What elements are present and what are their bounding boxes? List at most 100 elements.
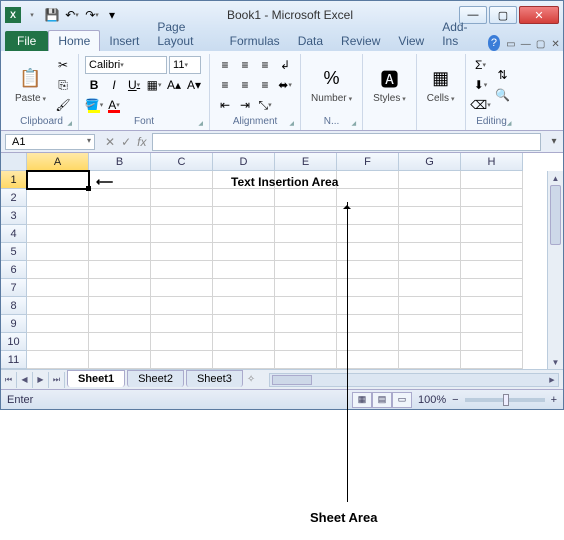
- cell-E1[interactable]: [275, 171, 337, 189]
- cell-G11[interactable]: [399, 351, 461, 369]
- col-header-C[interactable]: C: [151, 153, 213, 171]
- cell-A11[interactable]: [27, 351, 89, 369]
- close-button[interactable]: ✕: [519, 6, 559, 24]
- cell-D7[interactable]: [213, 279, 275, 297]
- cell-A4[interactable]: [27, 225, 89, 243]
- cell-D6[interactable]: [213, 261, 275, 279]
- zoom-out-icon[interactable]: −: [452, 394, 458, 406]
- font-size-combo[interactable]: 11: [169, 56, 201, 74]
- cell-H8[interactable]: [461, 297, 523, 315]
- cell-C1[interactable]: [151, 171, 213, 189]
- cell-E8[interactable]: [275, 297, 337, 315]
- sheet-nav-prev-icon[interactable]: ◀: [17, 372, 33, 388]
- cell-G9[interactable]: [399, 315, 461, 333]
- align-bottom-icon[interactable]: ≡: [256, 56, 274, 74]
- row-header-5[interactable]: 5: [1, 243, 27, 261]
- cell-D5[interactable]: [213, 243, 275, 261]
- cell-A7[interactable]: [27, 279, 89, 297]
- font-name-combo[interactable]: Calibri: [85, 56, 167, 74]
- new-sheet-icon[interactable]: ✧: [247, 374, 265, 385]
- row-header-3[interactable]: 3: [1, 207, 27, 225]
- cell-G10[interactable]: [399, 333, 461, 351]
- decrease-indent-icon[interactable]: ⇤: [216, 96, 234, 114]
- cell-C8[interactable]: [151, 297, 213, 315]
- sheet-tab-3[interactable]: Sheet3: [186, 370, 243, 387]
- cell-C10[interactable]: [151, 333, 213, 351]
- doc-restore-icon[interactable]: ▢: [534, 37, 547, 51]
- cell-D8[interactable]: [213, 297, 275, 315]
- cell-C9[interactable]: [151, 315, 213, 333]
- tab-addins[interactable]: Add-Ins: [433, 17, 484, 51]
- cell-E6[interactable]: [275, 261, 337, 279]
- cell-D4[interactable]: [213, 225, 275, 243]
- row-header-2[interactable]: 2: [1, 189, 27, 207]
- normal-view-icon[interactable]: ▦: [352, 392, 372, 408]
- cell-C5[interactable]: [151, 243, 213, 261]
- cell-H11[interactable]: [461, 351, 523, 369]
- scroll-right-icon[interactable]: ▶: [546, 374, 558, 386]
- zoom-slider[interactable]: [465, 398, 545, 402]
- row-header-8[interactable]: 8: [1, 297, 27, 315]
- cell-A2[interactable]: [27, 189, 89, 207]
- cut-icon[interactable]: ✂: [54, 56, 72, 74]
- fill-color-button[interactable]: 🪣: [85, 96, 103, 114]
- zoom-level[interactable]: 100%: [418, 394, 446, 406]
- row-header-7[interactable]: 7: [1, 279, 27, 297]
- cell-D9[interactable]: [213, 315, 275, 333]
- sheet-nav-next-icon[interactable]: ▶: [33, 372, 49, 388]
- format-painter-icon[interactable]: 🖌: [54, 96, 72, 114]
- font-color-button[interactable]: A: [105, 96, 123, 114]
- cell-A3[interactable]: [27, 207, 89, 225]
- cell-A10[interactable]: [27, 333, 89, 351]
- cell-H10[interactable]: [461, 333, 523, 351]
- expand-formula-bar-icon[interactable]: ▾: [546, 135, 562, 149]
- cell-F1[interactable]: [337, 171, 399, 189]
- cell-A8[interactable]: [27, 297, 89, 315]
- cancel-icon[interactable]: ✕: [105, 135, 115, 149]
- autosum-button[interactable]: Σ: [472, 56, 490, 74]
- cell-E11[interactable]: [275, 351, 337, 369]
- cell-G5[interactable]: [399, 243, 461, 261]
- cell-H7[interactable]: [461, 279, 523, 297]
- cell-B6[interactable]: [89, 261, 151, 279]
- col-header-G[interactable]: G: [399, 153, 461, 171]
- redo-icon[interactable]: ↷: [83, 6, 101, 24]
- align-middle-icon[interactable]: ≡: [236, 56, 254, 74]
- italic-button[interactable]: I: [105, 76, 123, 94]
- tab-insert[interactable]: Insert: [100, 31, 148, 51]
- cell-C2[interactable]: [151, 189, 213, 207]
- cell-E3[interactable]: [275, 207, 337, 225]
- merge-center-icon[interactable]: ⬌: [276, 76, 294, 94]
- cell-B4[interactable]: [89, 225, 151, 243]
- select-all-corner[interactable]: [1, 153, 27, 171]
- vertical-scrollbar[interactable]: ▲ ▼: [547, 171, 563, 369]
- row-header-4[interactable]: 4: [1, 225, 27, 243]
- underline-button[interactable]: U: [125, 76, 143, 94]
- enter-icon[interactable]: ✓: [121, 135, 131, 149]
- cell-D11[interactable]: [213, 351, 275, 369]
- save-icon[interactable]: 💾: [43, 6, 61, 24]
- qat-dropdown[interactable]: [23, 6, 41, 24]
- find-select-icon[interactable]: 🔍: [494, 86, 512, 104]
- cell-H5[interactable]: [461, 243, 523, 261]
- cell-H3[interactable]: [461, 207, 523, 225]
- cell-C11[interactable]: [151, 351, 213, 369]
- cell-H6[interactable]: [461, 261, 523, 279]
- tab-review[interactable]: Review: [332, 31, 389, 51]
- sheet-nav-last-icon[interactable]: ⏭: [49, 372, 65, 388]
- sheet-tab-1[interactable]: Sheet1: [67, 370, 125, 387]
- row-header-1[interactable]: 1: [1, 171, 27, 189]
- number-format-button[interactable]: % Number: [307, 65, 356, 106]
- fx-icon[interactable]: fx: [137, 135, 146, 149]
- cell-B2[interactable]: [89, 189, 151, 207]
- sheet-tab-2[interactable]: Sheet2: [127, 370, 184, 387]
- scroll-up-icon[interactable]: ▲: [548, 171, 563, 185]
- cell-D10[interactable]: [213, 333, 275, 351]
- cell-G7[interactable]: [399, 279, 461, 297]
- cell-B7[interactable]: [89, 279, 151, 297]
- cell-G4[interactable]: [399, 225, 461, 243]
- cell-B10[interactable]: [89, 333, 151, 351]
- tab-data[interactable]: Data: [289, 31, 332, 51]
- maximize-button[interactable]: ▢: [489, 6, 517, 24]
- cell-A5[interactable]: [27, 243, 89, 261]
